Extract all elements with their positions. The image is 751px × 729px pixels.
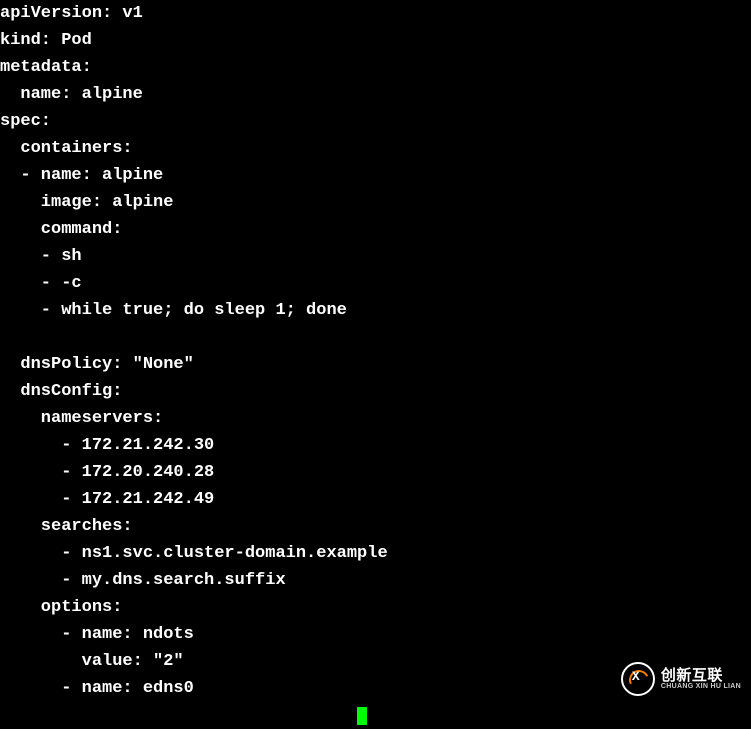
yaml-line: value: "2" bbox=[0, 652, 184, 671]
yaml-line: kind: Pod bbox=[0, 31, 92, 50]
yaml-line: searches: bbox=[0, 517, 133, 536]
yaml-line: image: alpine bbox=[0, 193, 173, 212]
yaml-line: - 172.20.240.28 bbox=[0, 463, 214, 482]
yaml-line: command: bbox=[0, 220, 122, 239]
terminal-cursor bbox=[357, 707, 367, 725]
watermark: X 创新互联 CHUANG XIN HU LIAN bbox=[621, 662, 741, 696]
yaml-line: - 172.21.242.49 bbox=[0, 490, 214, 509]
yaml-line: nameservers: bbox=[0, 409, 163, 428]
logo-icon: X bbox=[621, 662, 655, 696]
brand-subtitle: CHUANG XIN HU LIAN bbox=[661, 683, 741, 690]
yaml-line: - 172.21.242.30 bbox=[0, 436, 214, 455]
yaml-line: apiVersion: v1 bbox=[0, 4, 143, 23]
brand-name: 创新互联 bbox=[661, 668, 741, 683]
yaml-line: dnsPolicy: "None" bbox=[0, 355, 194, 374]
yaml-line: dnsConfig: bbox=[0, 382, 122, 401]
yaml-line: name: alpine bbox=[0, 85, 143, 104]
yaml-line: - ns1.svc.cluster-domain.example bbox=[0, 544, 388, 563]
yaml-line: - name: ndots bbox=[0, 625, 194, 644]
yaml-line: containers: bbox=[0, 139, 133, 158]
yaml-line: - while true; do sleep 1; done bbox=[0, 301, 347, 320]
yaml-line: options: bbox=[0, 598, 122, 617]
yaml-line: spec: bbox=[0, 112, 51, 131]
yaml-line: - -c bbox=[0, 274, 82, 293]
yaml-line: metadata: bbox=[0, 58, 92, 77]
yaml-line: - sh bbox=[0, 247, 82, 266]
yaml-line: - name: alpine bbox=[0, 166, 163, 185]
terminal-output: apiVersion: v1 kind: Pod metadata: name:… bbox=[0, 0, 751, 729]
yaml-line: - name: edns0 bbox=[0, 679, 194, 698]
yaml-line: - my.dns.search.suffix bbox=[0, 571, 286, 590]
